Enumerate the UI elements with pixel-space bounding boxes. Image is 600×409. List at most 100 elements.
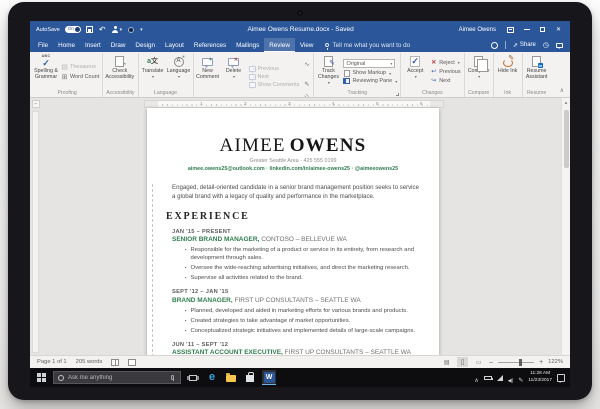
- compare-button[interactable]: Compare: [466, 53, 492, 90]
- tab-draw[interactable]: Draw: [106, 38, 131, 52]
- tab-insert[interactable]: Insert: [80, 38, 106, 52]
- task-view-button[interactable]: [186, 370, 200, 385]
- minimize-button[interactable]: [521, 21, 532, 38]
- tab-view[interactable]: View: [295, 38, 319, 52]
- display-for-review-value: Original: [346, 61, 365, 67]
- check-accessibility-button[interactable]: Check Accessibility: [104, 53, 135, 90]
- resume-assistant-button[interactable]: Resume Assistant: [524, 53, 550, 90]
- battery-icon[interactable]: [484, 376, 492, 380]
- tab-references[interactable]: References: [189, 38, 231, 52]
- store-button[interactable]: [243, 370, 257, 385]
- vertical-scrollbar[interactable]: [561, 98, 570, 355]
- microphone-icon[interactable]: [171, 375, 174, 380]
- taskbar-clock[interactable]: 11:28 AM 11/23/2017: [528, 371, 552, 384]
- track-changes-button[interactable]: Track Changes: [315, 53, 341, 90]
- share-button[interactable]: Share: [513, 42, 536, 49]
- comments-panel-icon[interactable]: [556, 43, 563, 48]
- tab-stop-selector[interactable]: [32, 100, 40, 108]
- dialog-launcher-icon[interactable]: [396, 93, 399, 96]
- autosave-toggle[interactable]: On: [65, 26, 81, 33]
- tab-review[interactable]: Review: [264, 38, 295, 52]
- ink-pen-icon[interactable]: [304, 73, 309, 91]
- undo-icon[interactable]: [99, 25, 106, 34]
- version-history-icon[interactable]: [543, 41, 549, 49]
- previous-comment-button[interactable]: ‹ Previous: [249, 66, 300, 72]
- zoom-slider[interactable]: [498, 362, 534, 363]
- network-icon[interactable]: [497, 375, 503, 381]
- group-label-accessibility: Accessibility: [104, 90, 136, 97]
- maximize-button[interactable]: [537, 21, 548, 38]
- hide-ink-button[interactable]: Hide Ink: [495, 53, 521, 90]
- thesaurus-button[interactable]: Thesaurus: [61, 63, 99, 71]
- reviewing-pane-icon: [343, 78, 350, 84]
- tab-layout[interactable]: Layout: [160, 38, 189, 52]
- zoom-slider-thumb[interactable]: [519, 359, 522, 366]
- read-mode-button[interactable]: [441, 357, 452, 367]
- group-proofing: ABC Spelling & Grammar Thesaurus Word Co…: [32, 53, 103, 97]
- show-comments-button[interactable]: Show Comments: [249, 82, 300, 88]
- scroll-up-arrow-icon[interactable]: [562, 98, 570, 107]
- tab-home[interactable]: Home: [53, 38, 80, 52]
- ribbon-display-options-button[interactable]: [505, 21, 516, 38]
- page-indicator[interactable]: Page 1 of 1: [37, 359, 67, 365]
- ink-scribble-icon[interactable]: [304, 53, 309, 71]
- zoom-out-button[interactable]: [489, 359, 493, 366]
- tab-design[interactable]: Design: [130, 38, 160, 52]
- accessibility-check-icon: [123, 62, 127, 68]
- customize-qat-icon[interactable]: [140, 27, 143, 33]
- word-taskbar-button[interactable]: W: [262, 370, 276, 385]
- display-for-review-dropdown[interactable]: Original: [343, 59, 395, 68]
- word-count-button[interactable]: Word Count: [61, 73, 99, 81]
- tab-mailings[interactable]: Mailings: [231, 38, 264, 52]
- print-layout-button[interactable]: [457, 357, 468, 367]
- delete-comment-icon: ✕: [228, 58, 239, 66]
- entry-company: CONTOSO – BELLEVUE WA: [259, 236, 346, 243]
- new-comment-button[interactable]: + New Comment: [195, 53, 221, 98]
- scrollbar-thumb[interactable]: [564, 110, 569, 168]
- document-page[interactable]: AIMEEOWENS Greater Seattle Area · 425 55…: [147, 108, 439, 355]
- tell-me-box[interactable]: Tell me what you want to do: [318, 38, 417, 52]
- word-count-indicator[interactable]: 205 words: [76, 359, 103, 365]
- show-markup-button[interactable]: Show Markup: [343, 70, 397, 77]
- signed-in-user[interactable]: Aimee Owens: [459, 27, 496, 33]
- zoom-level[interactable]: 122%: [548, 359, 563, 365]
- reviewing-pane-button[interactable]: Reviewing Pane: [343, 78, 397, 84]
- feedback-smiley-icon[interactable]: [491, 42, 498, 49]
- touch-mouse-mode-button[interactable]: [112, 26, 123, 33]
- edge-taskbar-button[interactable]: e: [205, 370, 219, 385]
- spelling-grammar-button[interactable]: ABC Spelling & Grammar: [33, 53, 59, 90]
- zoom-in-button[interactable]: [539, 359, 543, 366]
- pen-settings-icon[interactable]: [518, 369, 523, 387]
- proofing-status-icon[interactable]: [111, 359, 119, 366]
- collapse-ribbon-button[interactable]: [555, 87, 569, 97]
- accept-button[interactable]: Accept: [402, 53, 428, 90]
- translate-label: Translate: [142, 69, 164, 75]
- translate-button[interactable]: a文 Translate: [140, 53, 166, 90]
- delete-comment-button[interactable]: ✕ Delete: [221, 53, 247, 98]
- web-layout-button[interactable]: [473, 357, 484, 367]
- reject-button[interactable]: Reject: [430, 59, 460, 66]
- close-button[interactable]: [553, 21, 564, 38]
- layout-guide-dashed-line: [152, 184, 153, 355]
- vertical-ruler[interactable]: [32, 111, 39, 353]
- language-button[interactable]: A Language: [166, 53, 192, 90]
- previous-change-button[interactable]: Previous: [430, 68, 460, 75]
- next-comment-button[interactable]: › Next: [249, 74, 300, 80]
- accessibility-status-icon[interactable]: [128, 359, 136, 366]
- cortana-search-box[interactable]: Ask me anything: [53, 371, 181, 384]
- ink-tool-icon[interactable]: [128, 27, 134, 33]
- start-button[interactable]: [35, 370, 48, 385]
- next-change-button[interactable]: Next: [430, 77, 460, 84]
- group-label-ink: Ink: [495, 90, 521, 97]
- ribbon-display-options-icon: [507, 27, 514, 33]
- system-tray: 11:28 AM 11/23/2017: [474, 369, 565, 387]
- horizontal-ruler[interactable]: 1 2 3 4 5 6: [144, 100, 444, 108]
- resume-first-name: AIMEE: [220, 135, 286, 156]
- file-explorer-button[interactable]: [224, 370, 238, 385]
- tray-expand-icon[interactable]: [474, 369, 478, 387]
- save-icon[interactable]: [86, 26, 93, 33]
- previous-change-label: Previous: [439, 69, 460, 75]
- volume-icon[interactable]: [508, 369, 514, 387]
- tab-file[interactable]: File: [33, 38, 53, 52]
- action-center-icon[interactable]: [557, 374, 565, 382]
